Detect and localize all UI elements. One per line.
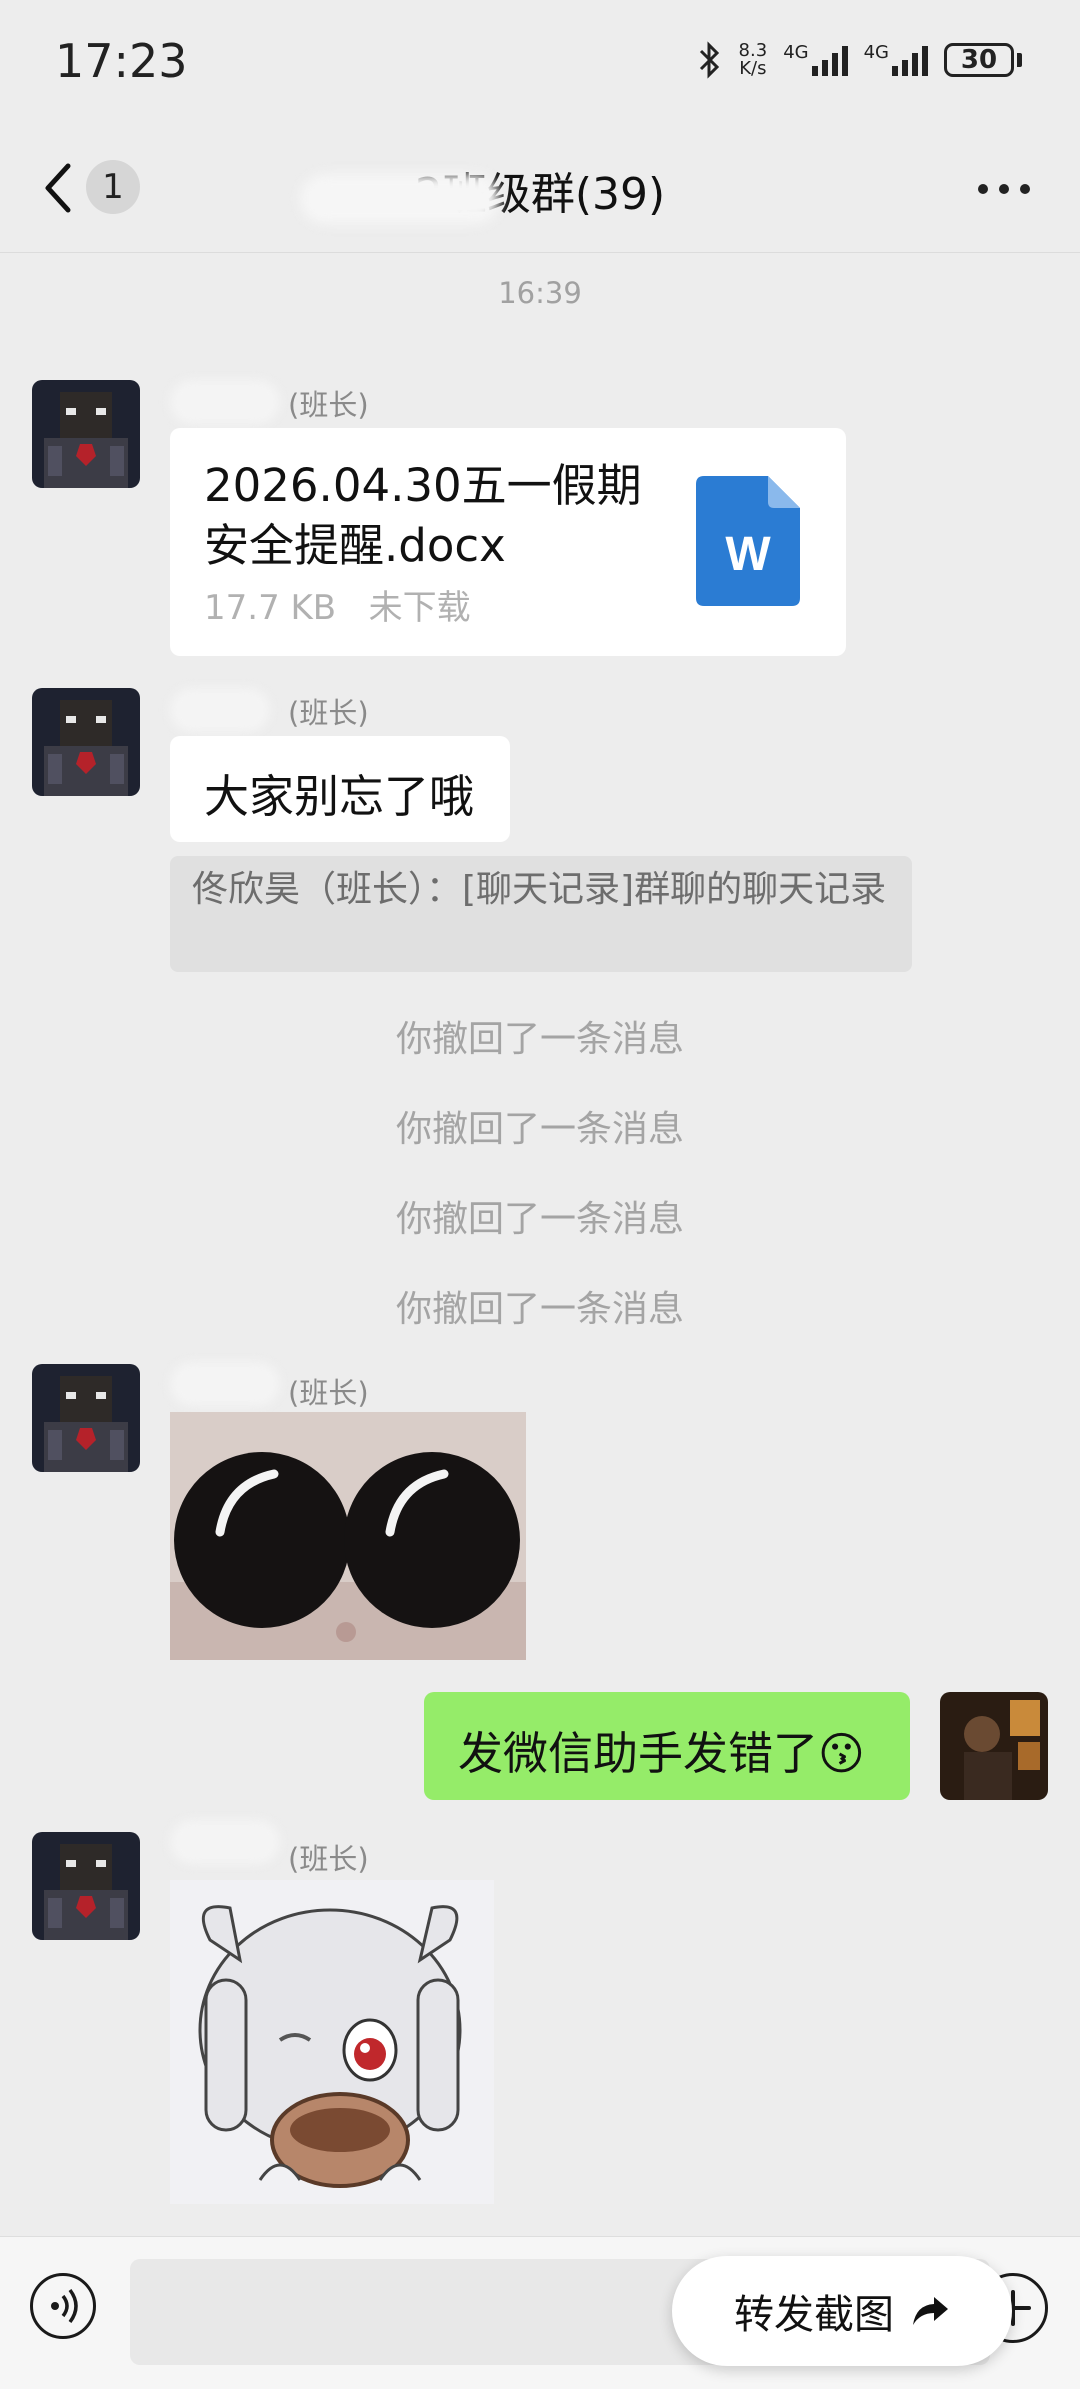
avatar-image [32,380,140,488]
redaction-blur [170,380,280,424]
kissing-emoji-icon: 😗 [818,1727,865,1780]
voice-input-icon[interactable] [30,2273,96,2339]
message-text: 大家别忘了哦 [204,770,475,823]
sender-role: (班长) [288,1842,369,1876]
chat-title[interactable]: 2班级群(39) [0,158,1080,222]
file-message[interactable]: 2026.04.30五一假期安全提醒.docx 17.7 KB 未下载 W [170,428,846,656]
redaction-blur [300,174,500,224]
my-avatar[interactable] [940,1692,1048,1800]
my-text-message[interactable]: 发微信助手发错了😗 [424,1692,910,1800]
message-text: 发微信助手发错了😗 [458,1727,865,1780]
recall-notice: 你撤回了一条消息 [395,1019,684,1060]
more-options-icon[interactable] [978,184,1030,194]
sticker-image[interactable] [170,1412,526,1660]
forward-screenshot-label: 转发截图 [734,2292,894,2338]
chat-header: 1 2班级群(39) [0,130,1080,253]
file-meta: 17.7 KB 未下载 [204,588,471,628]
recall-notice: 你撤回了一条消息 [395,1199,684,1240]
share-arrow-icon [913,2297,948,2325]
status-icons: 8.3 K/s 4G 4G 30 [697,40,1022,80]
avatar[interactable] [32,1364,140,1472]
recall-notice: 你撤回了一条消息 [395,1109,684,1150]
battery-icon: 30 [944,43,1022,77]
text-message[interactable]: 大家别忘了哦 [170,736,510,842]
signal-icon-2: 4G [864,44,928,76]
bluetooth-icon [699,41,719,79]
avatar[interactable] [32,688,140,796]
sticker-image[interactable] [170,1880,494,2204]
avatar[interactable] [32,380,140,488]
status-bar: 17:23 8.3 K/s 4G 4G 30 [0,0,1080,130]
quoted-chat-record[interactable]: 佟欣昊（班长）：[聊天记录]群聊的聊天记录 [170,856,912,972]
svg-text:W: W [725,528,771,581]
file-name: 2026.04.30五一假期安全提醒.docx [204,459,642,572]
redaction-blur [170,688,270,732]
sender-role: (班长) [288,388,369,422]
clock: 17:23 [55,34,188,88]
sender-role: (班长) [288,696,369,730]
network-speed: 8.3 K/s [738,40,768,79]
word-file-icon: W [696,476,800,606]
redaction-blur [170,1362,280,1406]
timestamp: 16:39 [498,276,582,310]
signal-icon: 4G [783,44,848,76]
battery-level: 30 [944,43,1014,77]
redaction-blur [170,1820,280,1864]
forward-screenshot-button[interactable]: 转发截图 [672,2256,1012,2366]
recall-notice: 你撤回了一条消息 [395,1289,684,1330]
sender-role: (班长) [288,1376,369,1410]
avatar[interactable] [32,1832,140,1940]
